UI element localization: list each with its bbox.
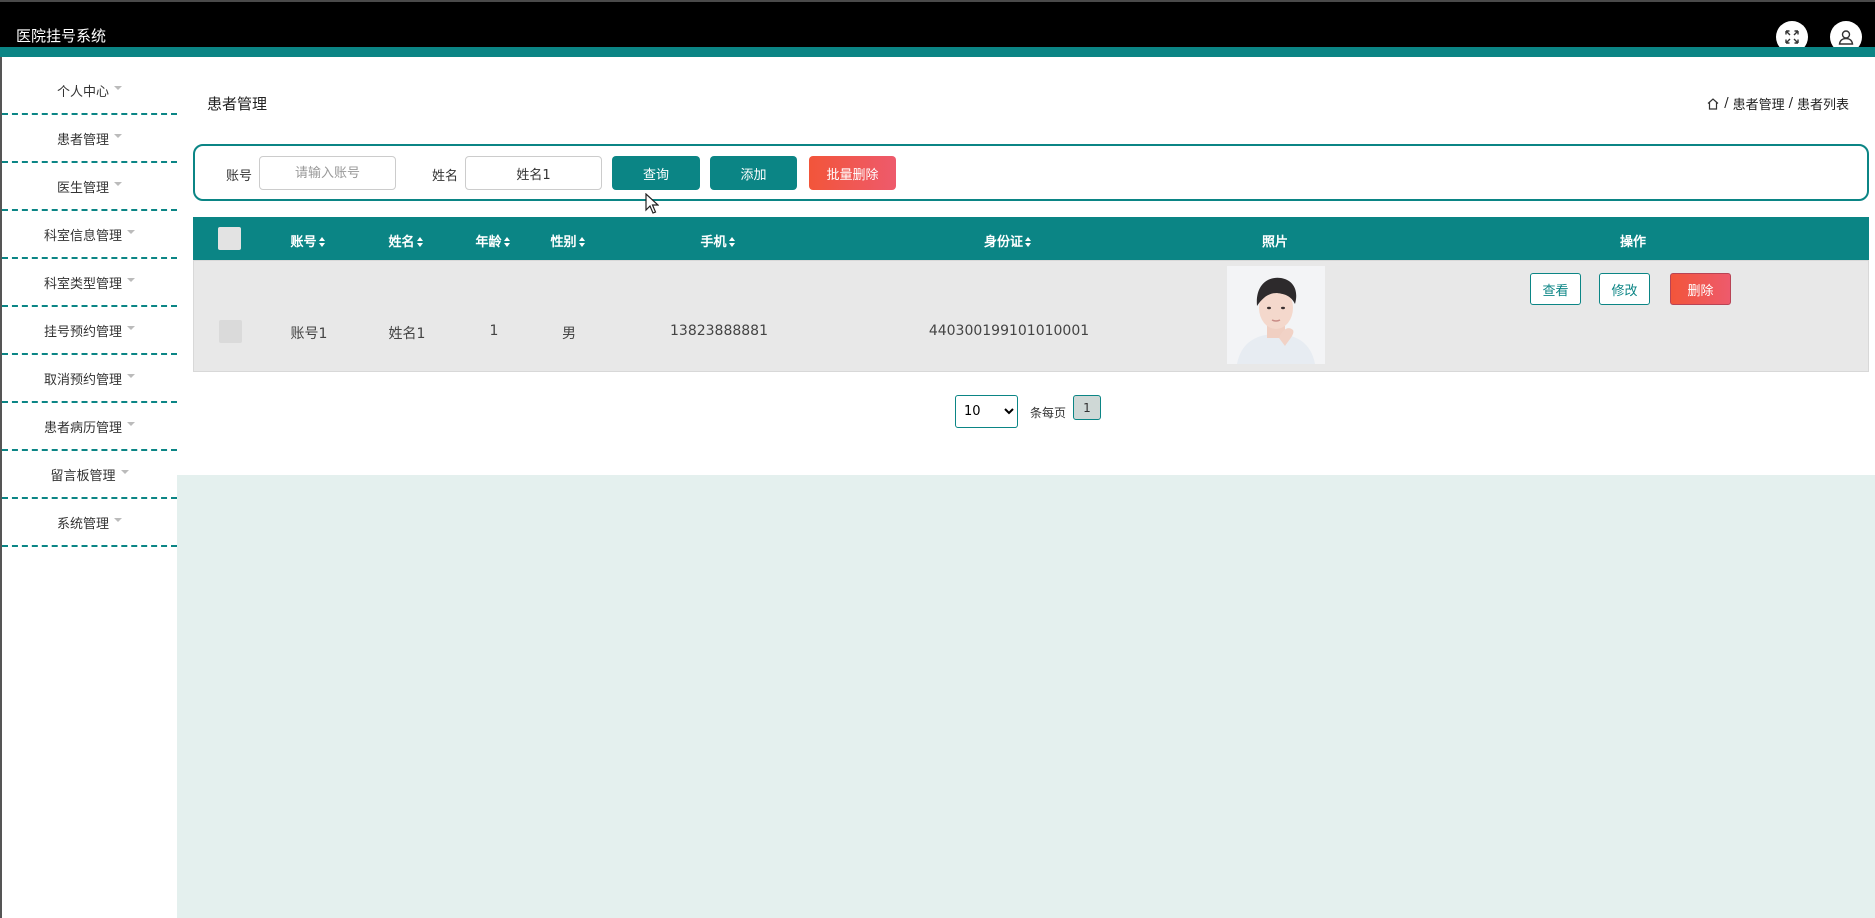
add-button[interactable]: 添加	[710, 156, 797, 190]
cell-age: 1	[489, 323, 499, 339]
breadcrumb-item-current: 患者列表	[1796, 98, 1849, 113]
sidebar-item-label: 患者病历管理	[43, 420, 122, 436]
sidebar-item-personal-center[interactable]: 个人中心	[2, 67, 177, 115]
query-button[interactable]: 查询	[612, 156, 700, 190]
sidebar-item-label: 医生管理	[56, 180, 109, 196]
search-panel: 账号 姓名 查询 添加 批量删除	[193, 144, 1869, 201]
column-header-age[interactable]: 年龄	[458, 231, 528, 250]
sidebar-item-label: 科室信息管理	[43, 228, 122, 244]
page-size-select[interactable]: 10	[955, 395, 1018, 428]
table-row: 账号1 姓名1 1 男 13823888881 4403001991010100…	[193, 260, 1869, 372]
sidebar-item-appointment[interactable]: 挂号预约管理	[2, 307, 177, 355]
row-checkbox[interactable]	[219, 320, 242, 343]
sidebar-item-medical-records[interactable]: 患者病历管理	[2, 403, 177, 451]
column-header-name[interactable]: 姓名	[371, 231, 441, 250]
patient-photo	[1227, 266, 1325, 364]
caret-down-icon	[127, 278, 135, 282]
column-header-phone[interactable]: 手机	[668, 231, 768, 250]
sidebar-item-label: 挂号预约管理	[43, 324, 122, 340]
app-title: 医院挂号系统	[16, 27, 107, 45]
cell-name: 姓名1	[388, 326, 426, 342]
column-header-id-card[interactable]: 身份证	[948, 231, 1068, 250]
caret-down-icon	[114, 182, 122, 186]
select-all-checkbox[interactable]	[218, 227, 241, 250]
sidebar-item-department-info[interactable]: 科室信息管理	[2, 211, 177, 259]
column-header-account[interactable]: 账号	[273, 231, 343, 250]
sidebar-item-patient-management[interactable]: 患者管理	[2, 115, 177, 163]
caret-down-icon	[114, 518, 122, 522]
sidebar-item-label: 取消预约管理	[43, 372, 122, 388]
account-input[interactable]	[259, 156, 396, 190]
cell-id-card: 440300199101010001	[928, 323, 1090, 339]
cell-gender: 男	[562, 326, 576, 342]
name-input[interactable]	[465, 156, 602, 190]
home-icon[interactable]	[1706, 97, 1720, 111]
sidebar-item-label: 个人中心	[56, 84, 109, 100]
breadcrumb-separator: /	[1724, 96, 1729, 111]
top-bar: 医院挂号系统	[0, 0, 1875, 57]
caret-down-icon	[114, 86, 122, 90]
column-header-actions: 操作	[1619, 235, 1646, 250]
breadcrumb: / 患者管理 / 患者列表	[1706, 94, 1849, 113]
sort-icon	[1025, 237, 1032, 247]
sidebar-item-department-type[interactable]: 科室类型管理	[2, 259, 177, 307]
sidebar-item-label: 留言板管理	[50, 468, 116, 484]
sort-icon	[728, 237, 736, 247]
sort-icon	[578, 237, 586, 247]
sort-icon	[416, 237, 424, 247]
sidebar-item-label: 系统管理	[56, 516, 109, 532]
cell-account: 账号1	[290, 326, 328, 342]
patient-table: 账号 姓名 年龄 性别 手机 身份证 照片 操作 账号1 姓名1 1 男 138…	[193, 217, 1869, 372]
caret-down-icon	[114, 134, 122, 138]
sidebar: 个人中心 患者管理 医生管理 科室信息管理 科室类型管理 挂号预约管理 取消预约…	[2, 67, 177, 547]
sidebar-item-label: 患者管理	[56, 132, 109, 148]
patient-photo-image	[1227, 266, 1325, 364]
header-accent-strip	[0, 47, 1875, 57]
fullscreen-icon	[1785, 30, 1799, 44]
column-header-gender[interactable]: 性别	[533, 231, 603, 250]
sort-icon	[503, 237, 511, 247]
cell-phone: 13823888881	[670, 323, 768, 339]
sort-icon	[318, 237, 326, 247]
caret-down-icon	[127, 326, 135, 330]
sidebar-item-message-board[interactable]: 留言板管理	[2, 451, 177, 499]
caret-down-icon	[127, 422, 135, 426]
content-background	[177, 475, 1875, 918]
delete-button[interactable]: 删除	[1670, 273, 1731, 305]
user-icon	[1838, 30, 1854, 45]
per-page-label: 条每页	[1030, 406, 1067, 420]
mouse-pointer-icon	[645, 193, 659, 214]
sidebar-item-doctor-management[interactable]: 医生管理	[2, 163, 177, 211]
breadcrumb-separator: /	[1788, 96, 1793, 111]
page-number-button[interactable]: 1	[1073, 395, 1101, 420]
sidebar-item-cancel-appointment[interactable]: 取消预约管理	[2, 355, 177, 403]
name-label: 姓名	[432, 169, 459, 184]
caret-down-icon	[120, 470, 129, 474]
account-label: 账号	[226, 169, 253, 184]
page-title: 患者管理	[207, 95, 268, 113]
caret-down-icon	[127, 374, 135, 378]
edit-button[interactable]: 修改	[1599, 273, 1650, 305]
table-header: 账号 姓名 年龄 性别 手机 身份证 照片 操作	[193, 217, 1869, 260]
caret-down-icon	[127, 230, 135, 234]
sidebar-item-system-management[interactable]: 系统管理	[2, 499, 177, 547]
column-header-photo: 照片	[1261, 235, 1288, 250]
breadcrumb-item[interactable]: 患者管理	[1733, 94, 1785, 113]
batch-delete-button[interactable]: 批量删除	[809, 156, 896, 190]
sidebar-item-label: 科室类型管理	[43, 276, 122, 292]
view-button[interactable]: 查看	[1530, 273, 1581, 305]
